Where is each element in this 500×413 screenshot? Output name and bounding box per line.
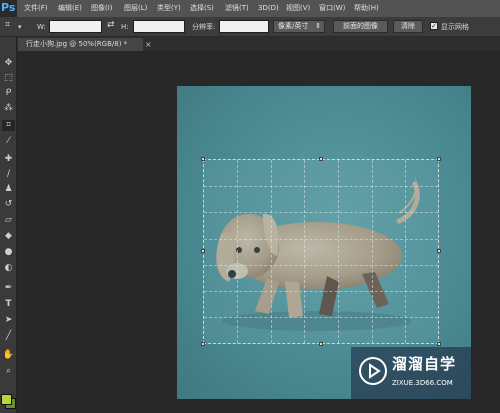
clear-button[interactable]: 清除 <box>393 20 423 33</box>
front-image-button[interactable]: 前面的图像 <box>333 20 388 33</box>
menu-file[interactable]: 文件(F) <box>24 3 48 13</box>
width-label: W: <box>37 23 46 31</box>
hand-tool-icon[interactable]: ✋ <box>2 350 15 361</box>
blur-tool-icon[interactable]: ● <box>2 247 15 258</box>
type-tool-icon[interactable]: T <box>2 299 15 310</box>
menu-window[interactable]: 窗口(W) <box>319 3 345 13</box>
watermark-title: 溜溜自学 <box>392 355 457 373</box>
crop-handle-bottom-right[interactable] <box>437 342 441 346</box>
lasso-tool-icon[interactable]: ᑭ <box>2 88 15 99</box>
tools-panel: ✥ ⬚ ᑭ ⁂ ⌗ ⁄ ✚ ∕ ♟ ↺ ▱ ◆ ● ◐ ✒ T ➤ ╱ ✋ ⌕ <box>0 37 17 413</box>
document-tab-title: 行走小狗.jpg @ 50%(RGB/8) * <box>26 40 128 48</box>
dodge-tool-icon[interactable]: ◐ <box>2 263 15 274</box>
crop-handle-right[interactable] <box>437 249 441 253</box>
marquee-tool-icon[interactable]: ⬚ <box>2 73 15 84</box>
document-tab[interactable]: 行走小狗.jpg @ 50%(RGB/8) * <box>18 38 143 51</box>
menu-3d[interactable]: 3D(D) <box>258 3 279 13</box>
crop-handle-top-right[interactable] <box>437 157 441 161</box>
crop-handle-top[interactable] <box>319 157 323 161</box>
zoom-tool-icon[interactable]: ⌕ <box>2 366 15 377</box>
options-bar: ⌗ ▾ W: ⇄ H: 分辨率: 像素/英寸 ⇕ 前面的图像 清除 ✓ 显示网格 <box>0 17 500 37</box>
photoshop-logo: Ps <box>0 0 17 17</box>
grid-line <box>204 239 438 240</box>
brush-tool-icon[interactable]: ∕ <box>2 169 15 180</box>
swap-dimensions-icon[interactable]: ⇄ <box>107 20 115 30</box>
height-label: H: <box>121 23 129 31</box>
width-field[interactable] <box>49 20 102 33</box>
paint-bucket-tool-icon[interactable]: ◆ <box>2 231 15 242</box>
resolution-label: 分辨率: <box>192 23 216 31</box>
menu-select[interactable]: 选择(S) <box>190 3 214 13</box>
chevron-updown-icon: ⇕ <box>315 22 321 30</box>
grid-line <box>204 317 438 318</box>
unit-select[interactable]: 像素/英寸 ⇕ <box>273 20 325 33</box>
grid-line <box>372 160 373 343</box>
clone-stamp-tool-icon[interactable]: ♟ <box>2 184 15 195</box>
menu-bar: Ps 文件(F) 编辑(E) 图像(I) 图层(L) 类型(Y) 选择(S) 滤… <box>0 0 500 17</box>
show-grid-checkbox[interactable]: ✓ <box>430 22 438 30</box>
magic-wand-tool-icon[interactable]: ⁂ <box>2 103 15 114</box>
document-tabs: 行走小狗.jpg @ 50%(RGB/8) * × <box>17 37 500 51</box>
grid-line <box>405 160 406 343</box>
watermark-url: ZIXUE.3D66.COM <box>392 379 453 387</box>
grid-line <box>204 186 438 187</box>
show-grid-label: 显示网格 <box>441 23 469 31</box>
move-tool-icon[interactable]: ✥ <box>2 58 15 69</box>
logo-text: Ps <box>1 1 16 14</box>
grid-line <box>204 265 438 266</box>
grid-line <box>271 160 272 343</box>
grid-line <box>237 160 238 343</box>
crop-tool-preset-icon[interactable]: ⌗ <box>5 20 10 30</box>
grid-line <box>304 160 305 343</box>
crop-box[interactable] <box>201 157 441 346</box>
menu-help[interactable]: 帮助(H) <box>354 3 379 13</box>
menu-image[interactable]: 图像(I) <box>91 3 113 13</box>
history-brush-tool-icon[interactable]: ↺ <box>2 199 15 210</box>
healing-brush-tool-icon[interactable]: ✚ <box>2 154 15 165</box>
preset-dropdown-icon[interactable]: ▾ <box>18 22 22 32</box>
menu-layer[interactable]: 图层(L) <box>124 3 147 13</box>
grid-line <box>338 160 339 343</box>
pen-tool-icon[interactable]: ✒ <box>2 283 15 294</box>
menu-filter[interactable]: 滤镜(T) <box>225 3 249 13</box>
grid-line <box>204 291 438 292</box>
eraser-tool-icon[interactable]: ▱ <box>2 215 15 226</box>
play-logo-icon <box>359 357 387 385</box>
foreground-color-swatch[interactable] <box>1 394 12 405</box>
height-field[interactable] <box>133 20 185 33</box>
path-selection-tool-icon[interactable]: ➤ <box>2 315 15 326</box>
eyedropper-tool-icon[interactable]: ⁄ <box>2 136 15 147</box>
menu-type[interactable]: 类型(Y) <box>157 3 181 13</box>
crop-handle-bottom[interactable] <box>319 342 323 346</box>
crop-tool-icon[interactable]: ⌗ <box>2 120 15 131</box>
crop-handle-left[interactable] <box>201 249 205 253</box>
close-tab-icon[interactable]: × <box>145 38 152 51</box>
resolution-field[interactable] <box>219 20 269 33</box>
unit-select-value: 像素/英寸 <box>278 22 309 30</box>
crop-handle-top-left[interactable] <box>201 157 205 161</box>
crop-handle-bottom-left[interactable] <box>201 342 205 346</box>
watermark: 溜溜自学 ZIXUE.3D66.COM <box>351 347 472 399</box>
menu-edit[interactable]: 编辑(E) <box>58 3 82 13</box>
line-tool-icon[interactable]: ╱ <box>2 331 15 342</box>
menu-view[interactable]: 视图(V) <box>286 3 310 13</box>
grid-line <box>204 212 438 213</box>
